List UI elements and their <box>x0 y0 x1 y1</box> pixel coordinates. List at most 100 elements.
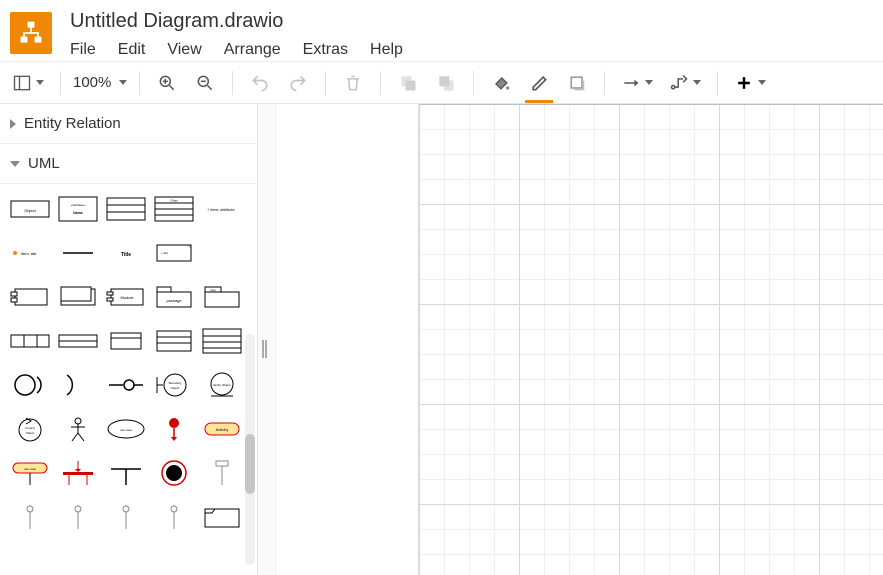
shape-divider[interactable] <box>56 238 100 268</box>
palette-section-label: UML <box>28 155 60 172</box>
shape-activity-pill[interactable]: Activity <box>200 414 244 444</box>
shape-table-b[interactable] <box>56 326 100 356</box>
shape-lifeline-a[interactable] <box>8 502 52 532</box>
line-color-button[interactable] <box>522 68 556 98</box>
collapse-handle-icon <box>262 340 264 358</box>
header: Untitled Diagram.drawio File Edit View A… <box>0 0 883 62</box>
shape-actor[interactable] <box>56 414 100 444</box>
svg-text:package: package <box>166 298 182 303</box>
svg-text:Boundary: Boundary <box>169 381 182 385</box>
zoom-dropdown[interactable]: 100% <box>71 74 129 91</box>
shape-table-a[interactable] <box>8 326 52 356</box>
shape-lifeline-top[interactable] <box>200 458 244 488</box>
sidebar-splitter[interactable] <box>258 104 276 575</box>
connection-style-button[interactable] <box>615 68 659 98</box>
svg-text:Object: Object <box>24 208 36 213</box>
palette-section-uml[interactable]: UML <box>0 144 257 184</box>
toolbar: 100% <box>0 62 883 104</box>
shape-item-attribute-orange[interactable]: item: attr <box>8 238 52 268</box>
zoom-value: 100% <box>73 74 111 91</box>
svg-text:+ attr: + attr <box>161 251 168 255</box>
to-front-button[interactable] <box>391 68 425 98</box>
shape-circle-partial[interactable] <box>8 370 52 400</box>
shape-note-corner[interactable]: + attr <box>152 238 196 268</box>
shape-title[interactable]: Title <box>104 238 148 268</box>
svg-text:Object: Object <box>26 431 35 435</box>
shape-component[interactable] <box>56 282 100 312</box>
svg-text:+ item: attribute: + item: attribute <box>207 207 235 212</box>
shape-lifeline-b[interactable] <box>56 502 100 532</box>
palette-section-label: Entity Relation <box>24 115 121 132</box>
shape-entity-object[interactable]: Entity Object <box>200 370 244 400</box>
palette-section-entity-relation[interactable]: Entity Relation <box>0 104 257 144</box>
svg-text:«interface»: «interface» <box>71 203 86 207</box>
svg-text:use case: use case <box>24 467 36 471</box>
menu-edit[interactable]: Edit <box>118 41 146 59</box>
svg-text:Entity Object: Entity Object <box>213 383 230 387</box>
shape-control-object[interactable]: ControlObject <box>8 414 52 444</box>
ruler-area <box>276 104 419 575</box>
sidebar-scrollbar[interactable] <box>245 334 255 565</box>
shape-frame[interactable] <box>200 502 244 532</box>
svg-text:item: attr: item: attr <box>21 251 37 256</box>
shape-end-node[interactable] <box>152 458 196 488</box>
undo-button[interactable] <box>243 68 277 98</box>
sidebar-toggle-button[interactable] <box>6 68 50 98</box>
palette-body: Object «interface» Name Class + item: att… <box>0 184 257 575</box>
svg-text:Name: Name <box>73 211 83 215</box>
shape-module[interactable]: Module <box>104 282 148 312</box>
shape-arc[interactable] <box>56 370 100 400</box>
redo-button[interactable] <box>281 68 315 98</box>
menu-file[interactable]: File <box>70 41 96 59</box>
delete-button[interactable] <box>336 68 370 98</box>
svg-text:Module: Module <box>120 295 134 300</box>
app-logo[interactable] <box>10 12 52 54</box>
insert-button[interactable] <box>728 68 772 98</box>
shape-lifeline-c[interactable] <box>104 502 148 532</box>
shape-boundary-object[interactable]: BoundaryObject <box>152 370 196 400</box>
shape-list-small[interactable] <box>104 326 148 356</box>
svg-text:Control: Control <box>25 426 35 430</box>
svg-text:Activity: Activity <box>216 427 229 432</box>
shape-class-3row[interactable] <box>104 194 148 224</box>
menu-arrange[interactable]: Arrange <box>224 41 281 59</box>
shape-component-bar[interactable] <box>8 282 52 312</box>
shape-tee[interactable] <box>104 458 148 488</box>
svg-text:Title: Title <box>121 252 131 258</box>
shape-object[interactable]: Object <box>8 194 52 224</box>
drawing-canvas[interactable] <box>419 104 883 575</box>
menubar: File Edit View Arrange Extras Help <box>70 41 403 59</box>
zoom-in-button[interactable] <box>150 68 184 98</box>
shape-list-large[interactable] <box>200 326 244 356</box>
shape-package[interactable]: package <box>152 282 196 312</box>
shape-lifeline-d[interactable] <box>152 502 196 532</box>
shape-lollipop-horizontal[interactable] <box>104 370 148 400</box>
shape-ellipse-label[interactable]: use case <box>104 414 148 444</box>
shapes-sidebar: Entity Relation UML Object «interface» Na… <box>0 104 258 575</box>
shadow-button[interactable] <box>560 68 594 98</box>
svg-text:use case: use case <box>120 428 132 432</box>
shape-fork-horizontal[interactable] <box>56 458 100 488</box>
shape-interface[interactable]: «interface» Name <box>56 194 100 224</box>
document-title[interactable]: Untitled Diagram.drawio <box>70 8 403 33</box>
sidebar-scroll-thumb[interactable] <box>245 434 255 494</box>
to-back-button[interactable] <box>429 68 463 98</box>
shape-class-4row[interactable]: Class <box>152 194 196 224</box>
svg-text:Class: Class <box>170 199 178 203</box>
waypoint-style-button[interactable] <box>663 68 707 98</box>
shape-list-medium[interactable] <box>152 326 196 356</box>
shape-start-node[interactable] <box>152 414 196 444</box>
shape-blank[interactable] <box>200 238 244 268</box>
svg-text:pkg: pkg <box>211 288 216 292</box>
shape-usecase-line[interactable]: use case <box>8 458 52 488</box>
fill-color-button[interactable] <box>484 68 518 98</box>
menu-extras[interactable]: Extras <box>303 41 348 59</box>
shape-item-attribute[interactable]: + item: attribute <box>200 194 244 224</box>
svg-text:Object: Object <box>171 386 180 390</box>
menu-view[interactable]: View <box>167 41 201 59</box>
chevron-down-icon <box>10 161 20 167</box>
menu-help[interactable]: Help <box>370 41 403 59</box>
zoom-out-button[interactable] <box>188 68 222 98</box>
shape-package-tab[interactable]: pkg <box>200 282 244 312</box>
chevron-right-icon <box>10 119 16 129</box>
